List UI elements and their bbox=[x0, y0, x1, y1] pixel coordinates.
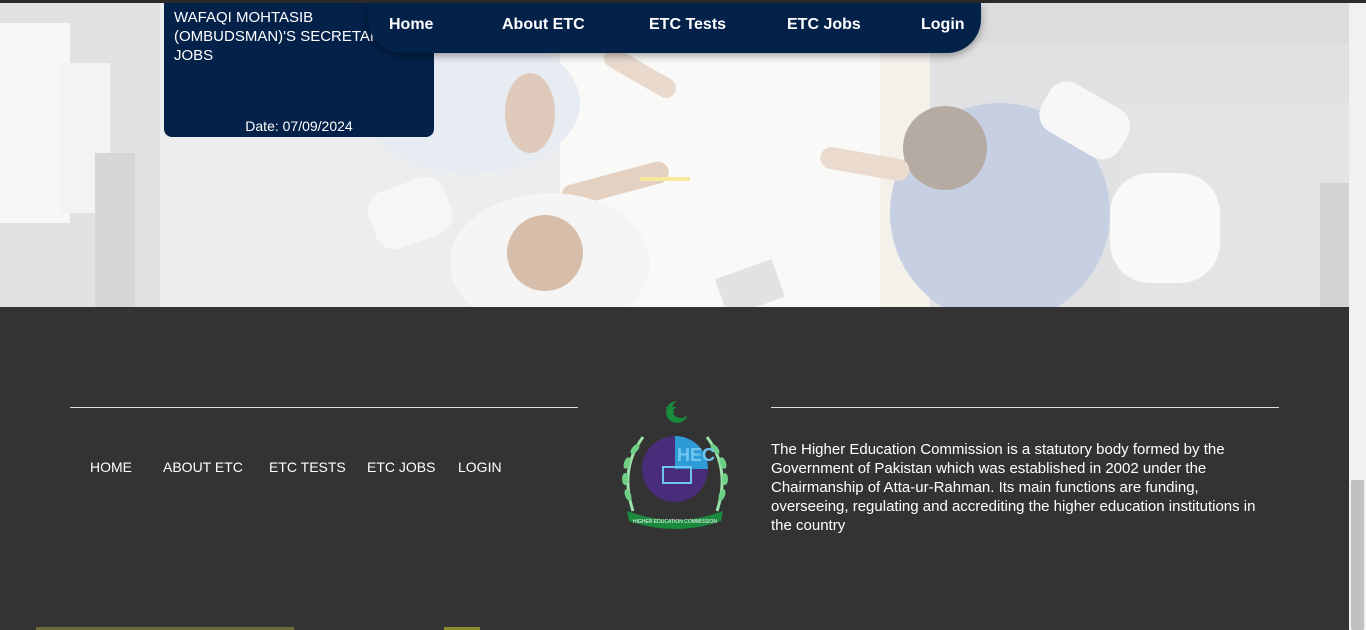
nav-etc-jobs[interactable]: ETC Jobs bbox=[787, 16, 861, 34]
footer-link-home[interactable]: HOME bbox=[90, 459, 132, 475]
scrollbar-thumb[interactable] bbox=[1351, 480, 1364, 630]
nav-etc-tests[interactable]: ETC Tests bbox=[649, 16, 726, 34]
hec-logo: HEC HIGHER EDUCATION COMMISSION bbox=[613, 399, 737, 533]
nav-login[interactable]: Login bbox=[921, 16, 965, 34]
nav-home[interactable]: Home bbox=[389, 16, 433, 34]
nav-about-etc[interactable]: About ETC bbox=[502, 16, 585, 34]
footer-link-login[interactable]: LOGIN bbox=[458, 459, 502, 475]
footer-divider-left bbox=[70, 407, 578, 408]
footer: HOME ABOUT ETC ETC TESTS ETC JOBS LOGIN bbox=[0, 307, 1349, 630]
hec-logo-icon: HEC HIGHER EDUCATION COMMISSION bbox=[622, 400, 728, 529]
hec-logo-text: HEC bbox=[677, 445, 715, 465]
footer-divider-right bbox=[771, 407, 1279, 408]
footer-link-etc-tests[interactable]: ETC TESTS bbox=[269, 459, 346, 475]
job-card-date: Date: 07/09/2024 bbox=[245, 118, 353, 134]
hec-logo-ring-text: HIGHER EDUCATION COMMISSION bbox=[633, 519, 717, 525]
footer-description: The Higher Education Commission is a sta… bbox=[771, 441, 1256, 534]
footer-link-about-etc[interactable]: ABOUT ETC bbox=[163, 459, 243, 475]
main-nav: Home About ETC ETC Tests ETC Jobs Login bbox=[368, 3, 981, 53]
footer-link-etc-jobs[interactable]: ETC JOBS bbox=[367, 459, 435, 475]
